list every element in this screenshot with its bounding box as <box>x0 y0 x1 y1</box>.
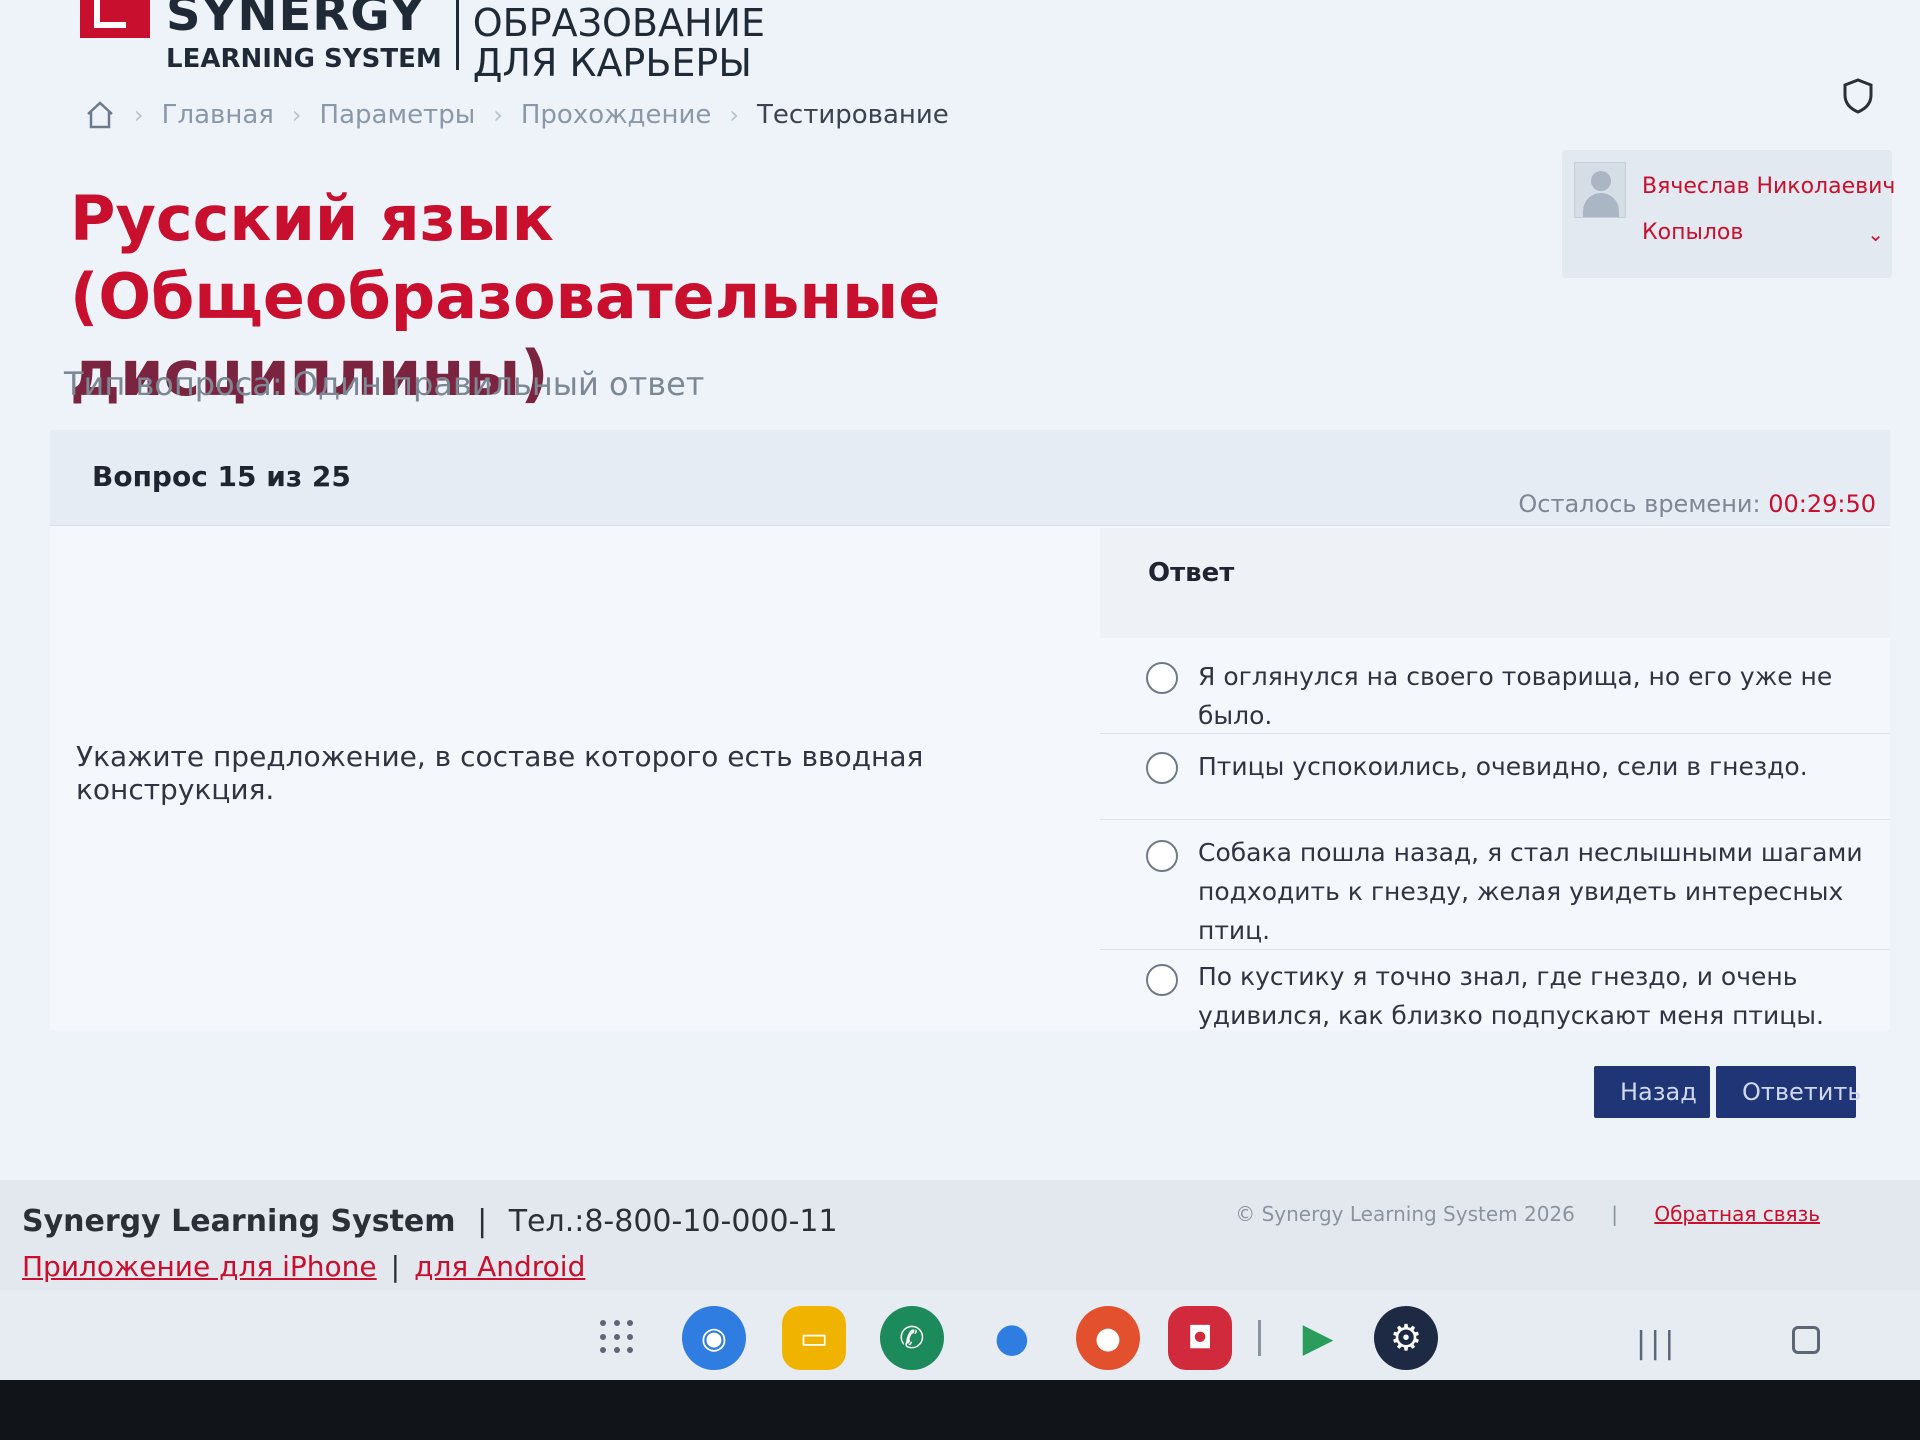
breadcrumb-item-testing: Тестирование <box>757 100 949 130</box>
logo-mark-icon <box>80 0 150 38</box>
footer-phone: Тел.:8-800-10-000-11 <box>508 1204 838 1239</box>
footer-separator: | <box>477 1204 488 1239</box>
copyright-text: © Synergy Learning System 2026 <box>1235 1202 1575 1226</box>
breadcrumb-separator: › <box>134 101 144 129</box>
answer-option-4[interactable]: По кустику я точно знал, где гнездо, и о… <box>1100 950 1890 1030</box>
timer-label: Осталось времени: <box>1518 490 1769 518</box>
question-type: Тип вопроса: Один правильный ответ <box>64 365 705 403</box>
footer: Synergy Learning System | Тел.:8-800-10-… <box>0 1180 1920 1290</box>
answer-option-text: Собака пошла назад, я стал неслышными ша… <box>1198 838 1863 945</box>
submit-answer-button[interactable]: Ответить <box>1716 1066 1861 1118</box>
camera-icon[interactable]: ◘ <box>1168 1306 1232 1370</box>
answer-option-text: Я оглянулся на своего товарища, но его у… <box>1198 662 1833 730</box>
footer-separator: | <box>1611 1202 1618 1226</box>
footer-app-links: Приложение для iPhone | для Android <box>22 1250 585 1283</box>
answer-option-text: По кустику я точно знал, где гнездо, и о… <box>1198 962 1824 1030</box>
android-app-link[interactable]: для Android <box>414 1250 585 1283</box>
contacts-icon[interactable]: ● <box>1076 1306 1140 1370</box>
answer-option-3[interactable]: Собака пошла назад, я стал неслышными ша… <box>1100 820 1890 950</box>
dock-divider <box>1258 1320 1261 1356</box>
synergy-logo[interactable]: SYNERGY LEARNING SYSTEM ОБРАЗОВАНИЕ ДЛЯ … <box>80 0 765 100</box>
answer-option-text: Птицы успокоились, очевидно, сели в гнез… <box>1198 752 1808 781</box>
breadcrumb-item-home[interactable]: Главная <box>162 100 274 130</box>
user-menu[interactable]: Вячеслав Николаевич Копылов ⌄ <box>1562 150 1896 278</box>
timer: Осталось времени: 00:29:50 <box>1518 490 1876 518</box>
home-icon[interactable] <box>84 100 116 130</box>
chevron-down-icon[interactable]: ⌄ <box>1867 222 1884 246</box>
footer-brand: Synergy Learning System | Тел.:8-800-10-… <box>22 1204 838 1239</box>
phone-icon[interactable]: ✆ <box>880 1306 944 1370</box>
answer-option-1[interactable]: Я оглянулся на своего товарища, но его у… <box>1100 636 1890 734</box>
logo-brand: SYNERGY LEARNING SYSTEM <box>166 0 442 74</box>
breadcrumb-item-passing[interactable]: Прохождение <box>521 100 712 130</box>
logo-divider <box>455 0 459 70</box>
breadcrumb-item-params[interactable]: Параметры <box>320 100 476 130</box>
iphone-app-link[interactable]: Приложение для iPhone <box>22 1250 377 1283</box>
question-panel: Вопрос 15 из 25 Осталось времени: 00:29:… <box>50 430 1890 1030</box>
breadcrumb-separator: › <box>729 101 740 129</box>
play-store-icon[interactable]: ▶ <box>1286 1306 1350 1370</box>
logo-tagline-line1: ОБРАЗОВАНИЕ <box>472 1 765 45</box>
radio-button[interactable] <box>1146 964 1178 996</box>
files-icon[interactable]: ▭ <box>782 1306 846 1370</box>
screen-bezel <box>0 1380 1920 1440</box>
radio-button[interactable] <box>1146 662 1178 694</box>
logo-brand-name: SYNERGY <box>166 0 426 42</box>
logo-tagline-line2: ДЛЯ КАРЬЕРЫ <box>472 40 752 85</box>
answer-option-2[interactable]: Птицы успокоились, очевидно, сели в гнез… <box>1100 734 1890 820</box>
breadcrumb-separator: › <box>291 101 302 129</box>
recent-apps-icon[interactable]: ||| <box>1636 1326 1678 1361</box>
footer-separator: | <box>390 1250 401 1283</box>
logo-brand-sub: LEARNING SYSTEM <box>166 44 442 74</box>
home-button-icon[interactable] <box>1792 1326 1820 1354</box>
answer-header: Ответ <box>1100 528 1890 638</box>
feedback-link[interactable]: Обратная связь <box>1654 1202 1820 1226</box>
question-header: Вопрос 15 из 25 Осталось времени: 00:29:… <box>50 430 1890 526</box>
apps-grid-icon[interactable] <box>600 1320 636 1356</box>
radio-button[interactable] <box>1146 840 1178 872</box>
logo-tagline: ОБРАЗОВАНИЕ ДЛЯ КАРЬЕРЫ <box>472 1 765 85</box>
answer-label: Ответ <box>1148 558 1235 588</box>
browser-icon[interactable]: ◉ <box>682 1306 746 1370</box>
settings-icon[interactable]: ⚙ <box>1374 1306 1438 1370</box>
user-first-name: Вячеслав Николаевич <box>1642 174 1896 199</box>
question-text: Укажите предложение, в составе которого … <box>76 740 924 806</box>
page: SYNERGY LEARNING SYSTEM ОБРАЗОВАНИЕ ДЛЯ … <box>0 0 1920 1180</box>
back-button[interactable]: Назад <box>1594 1066 1710 1118</box>
question-counter: Вопрос 15 из 25 <box>92 460 351 493</box>
breadcrumb-separator: › <box>493 101 503 129</box>
avatar <box>1574 162 1626 218</box>
shield-icon[interactable] <box>1842 78 1874 114</box>
user-last-name: Копылов <box>1642 220 1744 245</box>
timer-value: 00:29:50 <box>1768 490 1876 518</box>
page-title-line1: Русский язык (Общеобразовательные <box>70 182 941 333</box>
radio-button[interactable] <box>1146 752 1178 784</box>
messages-icon[interactable]: ● <box>980 1306 1044 1370</box>
footer-copyright: © Synergy Learning System 2026 | Обратна… <box>1235 1202 1820 1226</box>
taskbar: ◉ ▭ ✆ ● ● ◘ ▶ ⚙ ||| <box>0 1290 1920 1380</box>
footer-brand-name: Synergy Learning System <box>22 1204 456 1239</box>
breadcrumb: › Главная › Параметры › Прохождение › Те… <box>84 100 949 130</box>
